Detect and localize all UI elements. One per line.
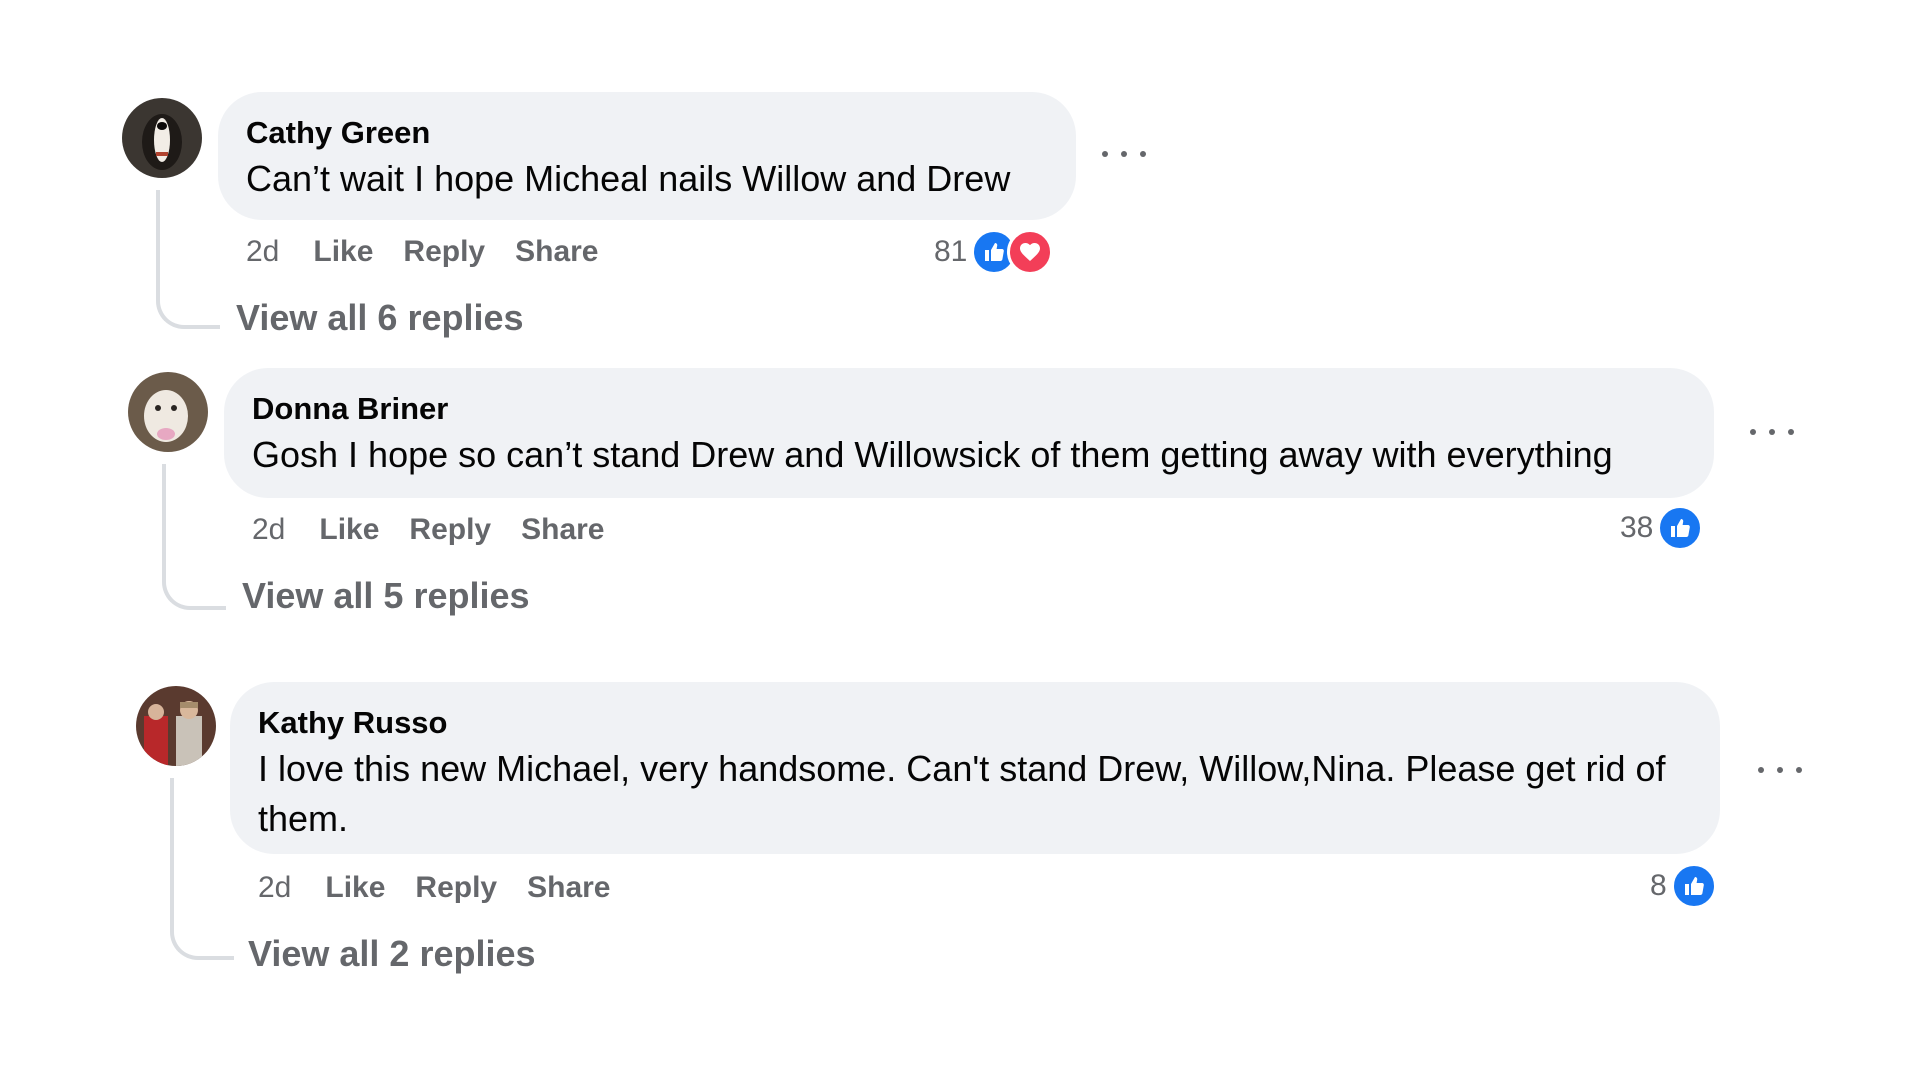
comment-bubble: Donna Briner Gosh I hope so can’t stand … [224,368,1714,498]
dot-icon [1777,767,1783,773]
comment-bubble: Cathy Green Can’t wait I hope Micheal na… [218,92,1076,220]
reply-button[interactable]: Reply [415,871,497,905]
timestamp[interactable]: 2d [258,871,291,905]
comment-actions: 2d Like Reply Share [258,866,641,910]
comment-actions: 2d Like Reply Share [246,230,629,274]
people-photo-icon [136,686,216,766]
reaction-count: 38 [1620,511,1654,544]
dot-icon [1102,151,1108,157]
view-replies-link[interactable]: View all 5 replies [242,574,530,618]
dot-icon [1750,429,1756,435]
reply-button[interactable]: Reply [409,513,491,547]
avatar[interactable] [122,98,202,178]
comment-bubble: Kathy Russo I love this new Michael, ver… [230,682,1720,854]
avatar[interactable] [128,372,208,452]
reply-button[interactable]: Reply [403,235,485,269]
comment-actions: 2d Like Reply Share [252,508,635,552]
like-icon [1670,863,1717,909]
thread-line [170,778,234,960]
comment-text: Gosh I hope so can’t stand Drew and Will… [252,434,1613,475]
dot-icon [1788,429,1794,435]
like-icon [1657,505,1704,551]
share-button[interactable]: Share [527,871,610,905]
like-button[interactable]: Like [313,235,373,269]
reaction-count: 81 [934,235,968,268]
reaction-summary[interactable]: 81 [934,228,1054,276]
comment-author[interactable]: Cathy Green [246,114,1048,152]
view-replies-link[interactable]: View all 2 replies [248,932,536,976]
share-button[interactable]: Share [521,513,604,547]
reaction-summary[interactable]: 8 [1650,862,1717,910]
like-button[interactable]: Like [319,513,379,547]
more-options-button[interactable] [1758,760,1802,780]
dot-icon [1758,767,1764,773]
dot-icon [1796,767,1802,773]
reaction-count: 8 [1650,869,1667,902]
dot-icon [1121,151,1127,157]
comment-author[interactable]: Donna Briner [252,390,1686,428]
comment-text: Can’t wait I hope Micheal nails Willow a… [246,158,1011,199]
timestamp[interactable]: 2d [246,235,279,269]
like-button[interactable]: Like [325,871,385,905]
dog-photo-icon [122,98,202,178]
dot-icon [1769,429,1775,435]
avatar[interactable] [136,686,216,766]
thread-line [156,190,220,329]
comment-text: I love this new Michael, very handsome. … [258,748,1666,839]
reaction-summary[interactable]: 38 [1620,504,1704,552]
comments-section: Cathy Green Can’t wait I hope Micheal na… [0,0,1920,1080]
share-button[interactable]: Share [515,235,598,269]
more-options-button[interactable] [1102,144,1146,164]
dog-photo-icon [128,372,208,452]
comment-author[interactable]: Kathy Russo [258,704,1692,742]
view-replies-link[interactable]: View all 6 replies [236,296,524,340]
more-options-button[interactable] [1750,422,1794,442]
thread-line [162,464,226,610]
dot-icon [1140,151,1146,157]
timestamp[interactable]: 2d [252,513,285,547]
love-icon [1007,229,1054,275]
